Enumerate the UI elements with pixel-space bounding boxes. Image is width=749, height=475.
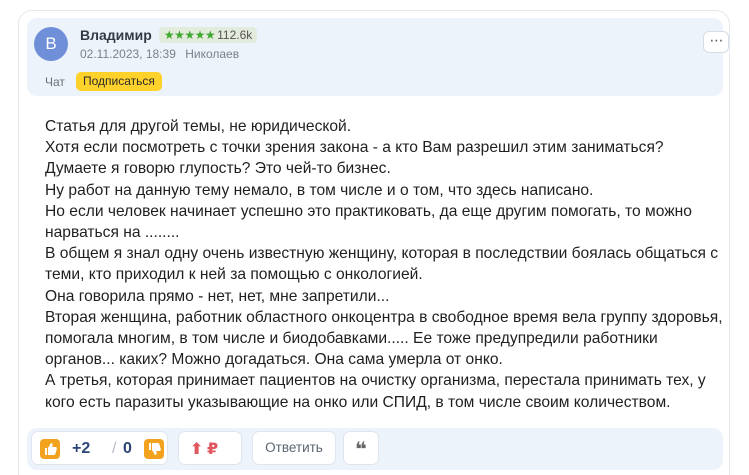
more-options-icon[interactable]: ⋯ [703, 31, 729, 53]
votes-up-count: +2 [72, 440, 91, 457]
subscribe-button[interactable]: Подписаться [76, 72, 162, 91]
reply-button[interactable]: Ответить [252, 431, 336, 465]
comment-paragraph: Ну работ на данную тему немало, в том чи… [45, 181, 594, 199]
tip-button[interactable]: ⬆ ₽ [178, 431, 242, 465]
chat-link[interactable]: Чат [45, 75, 65, 89]
ruble-icon: ₽ [207, 441, 219, 458]
comment-body: Статья для другой темы, не юридической. … [45, 116, 730, 413]
rating-count: 112.6k [217, 28, 253, 42]
comment-paragraph: Хотя если посмотреть с точки зрения зако… [45, 139, 664, 157]
comment-paragraph: В общем я знал одну очень известную женщ… [45, 245, 719, 284]
votes-separator: / [112, 440, 117, 457]
thumb-up-icon[interactable] [40, 439, 60, 459]
avatar[interactable]: В [34, 27, 68, 61]
thumb-down-icon[interactable] [144, 439, 164, 459]
comment-paragraph: Но если человек начинает успешно это пра… [45, 202, 692, 242]
comment-paragraph: А третья, которая принимает пациентов на… [45, 372, 706, 411]
comment-paragraph: Она говорила прямо - нет, нет, мне запре… [45, 287, 390, 305]
comment-footer: +2 / 0 ⬆ ₽ Ответить ❝ [27, 428, 723, 470]
author-line: Владимир ★★★★★ 112.6k [80, 27, 258, 43]
author-name[interactable]: Владимир [80, 27, 152, 43]
comment-header: В Владимир ★★★★★ 112.6k 02.11.2023, 18:3… [27, 18, 729, 96]
author-location: Николаев [185, 47, 240, 61]
vote-box: +2 / 0 [31, 431, 168, 465]
votes-down-count: 0 [123, 440, 132, 457]
comment-paragraph: Думаете я говорю глупость? Это чей-то би… [45, 160, 391, 178]
comment-meta: 02.11.2023, 18:39 Николаев [80, 47, 239, 61]
comment-date: 02.11.2023, 18:39 [80, 47, 176, 61]
arrow-up-icon: ⬆ [190, 441, 204, 458]
comment-paragraph: Вторая женщина, работник областного онко… [45, 308, 723, 369]
quote-icon[interactable]: ❝ [343, 431, 379, 465]
comment-paragraph: Статья для другой темы, не юридической. [45, 118, 352, 135]
rating-badge: ★★★★★ 112.6k [158, 27, 258, 43]
comment-card: В Владимир ★★★★★ 112.6k 02.11.2023, 18:3… [18, 10, 730, 475]
rating-stars-icon: ★★★★★ [163, 28, 216, 42]
